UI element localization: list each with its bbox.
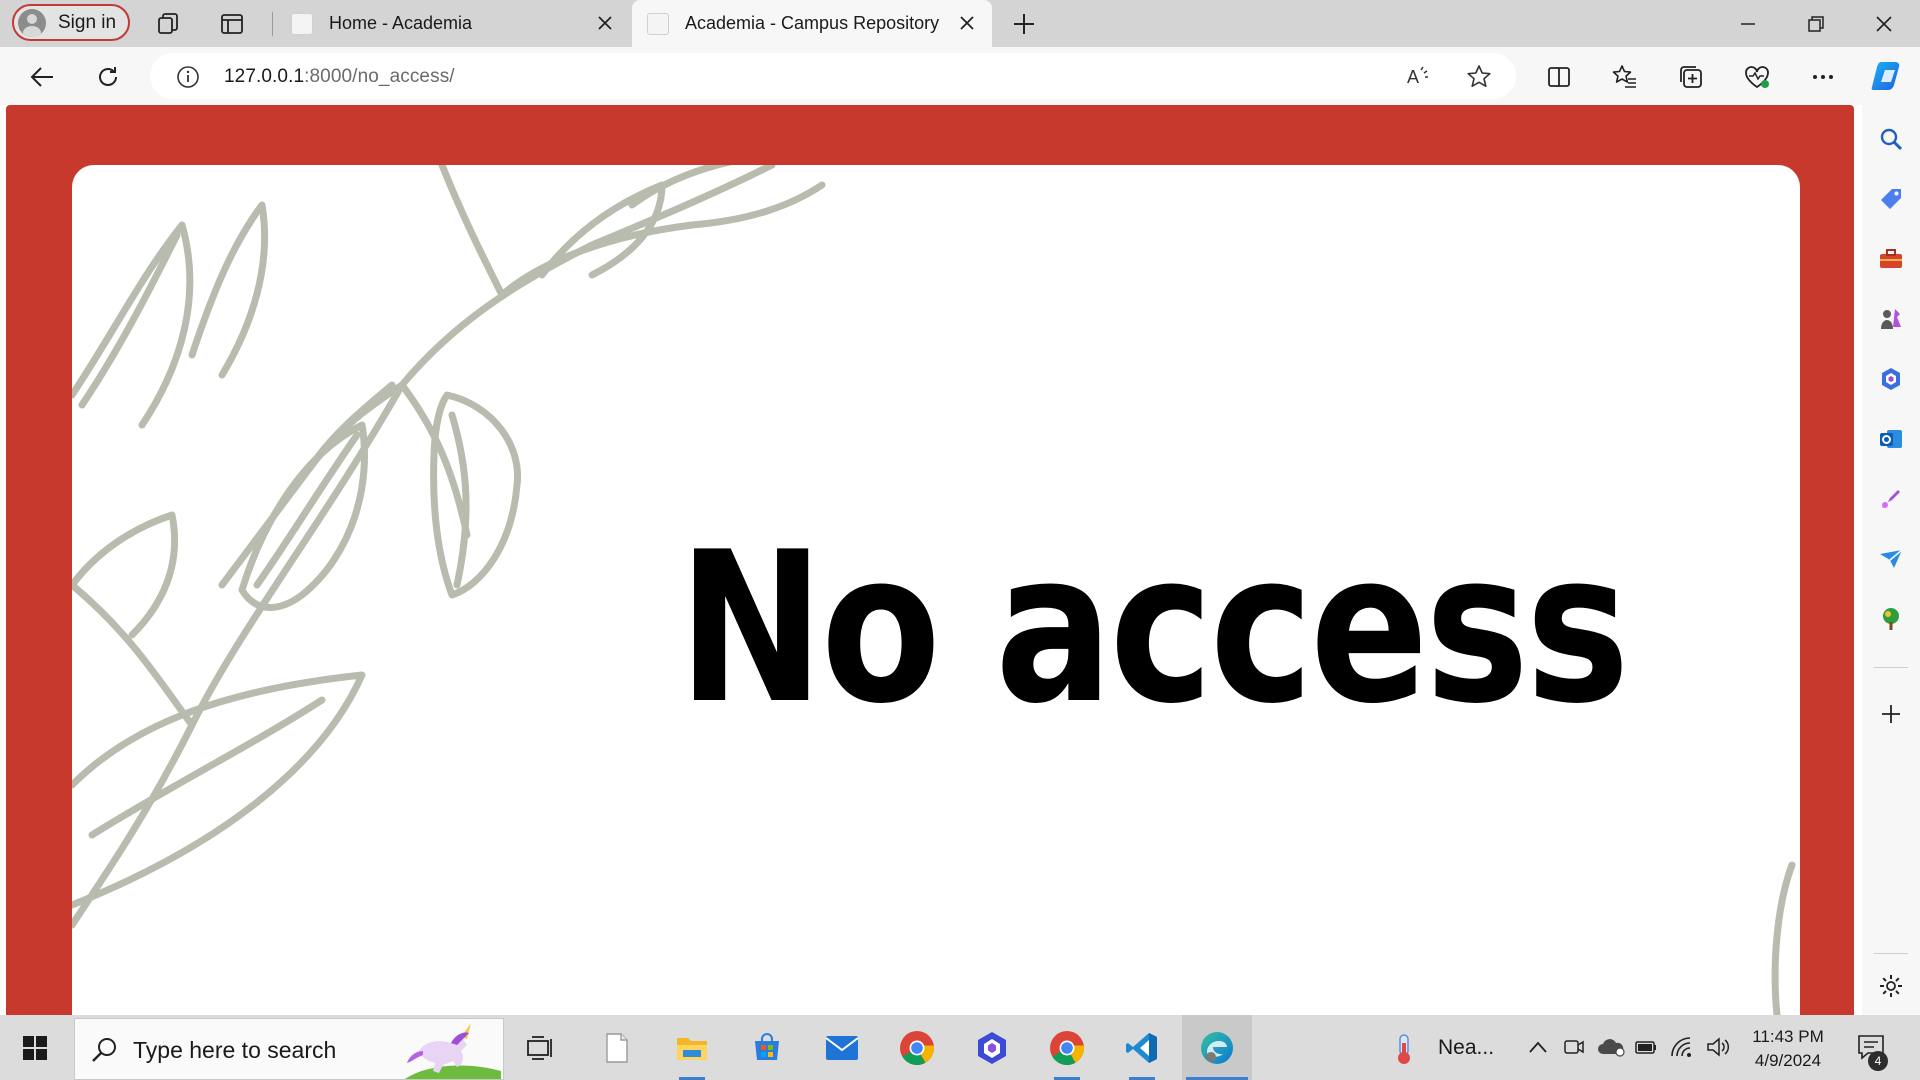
no-access-heading: No access (678, 508, 1630, 750)
task-view-icon[interactable] (505, 1015, 575, 1080)
favorite-star-icon[interactable] (1466, 64, 1492, 95)
toolbox-icon[interactable] (1876, 244, 1906, 274)
url-text[interactable]: 127.0.0.1:8000/no_access/ (224, 66, 455, 88)
restore-button[interactable] (1782, 0, 1850, 47)
url-host: 127.0.0.1 (224, 66, 305, 87)
tab-home-academia[interactable]: Home - Academia (275, 0, 630, 47)
mail-icon[interactable] (807, 1015, 877, 1080)
edge-sidebar (1862, 105, 1920, 1015)
windows-taskbar: Type here to search Nea... 11:43 PM 4/9/… (0, 1015, 1920, 1080)
minimize-button[interactable] (1714, 0, 1782, 47)
windows-start-button[interactable] (0, 1015, 70, 1080)
clock-time: 11:43 PM (1752, 1027, 1824, 1046)
read-aloud-icon[interactable]: A (1406, 64, 1432, 93)
notification-count-badge: 4 (1868, 1051, 1888, 1071)
clock-date: 4/9/2024 (1754, 1051, 1822, 1070)
wifi-icon[interactable] (1670, 1035, 1694, 1059)
split-screen-icon[interactable] (1543, 61, 1575, 93)
temperature-icon[interactable] (1393, 1033, 1415, 1065)
close-tab-icon[interactable] (594, 12, 616, 34)
screen: Sign in Home - Academia Academia - Campu… (0, 0, 1920, 1080)
tree-icon[interactable] (1876, 604, 1906, 634)
weather-text[interactable]: Nea... (1438, 1036, 1494, 1060)
designer-icon[interactable] (1876, 484, 1906, 514)
url-path: :8000/no_access/ (304, 66, 455, 87)
outlook-icon[interactable] (1876, 424, 1906, 454)
tab-separator (272, 12, 273, 36)
address-bar[interactable]: 127.0.0.1:8000/no_access/ A (150, 53, 1516, 99)
sign-in-label: Sign in (58, 11, 117, 33)
new-tab-button[interactable] (1008, 10, 1040, 38)
workspaces-icon[interactable] (154, 9, 184, 39)
notepad-icon[interactable] (582, 1015, 652, 1080)
tab-actions-icon[interactable] (217, 9, 247, 39)
taskbar-search-box[interactable]: Type here to search (74, 1018, 504, 1080)
search-placeholder: Type here to search (133, 1037, 337, 1063)
sign-in-button[interactable]: Sign in (12, 4, 130, 41)
page-favicon-icon (647, 12, 669, 35)
meet-now-icon[interactable] (1562, 1035, 1586, 1059)
send-icon[interactable] (1876, 544, 1906, 574)
tab-title: Academia - Campus Repository (685, 13, 940, 33)
profile-avatar-icon (18, 8, 46, 37)
content-card: No access (72, 165, 1800, 1015)
clock[interactable]: 11:43 PM 4/9/2024 (1742, 1025, 1834, 1073)
microsoft-365-icon[interactable] (1876, 364, 1906, 394)
chevron-up-icon[interactable] (1526, 1035, 1550, 1059)
tab-title: Home - Academia (329, 13, 473, 33)
browser-toolbar: 127.0.0.1:8000/no_access/ A (0, 47, 1920, 105)
settings-icon[interactable] (1876, 971, 1906, 1001)
volume-icon[interactable] (1706, 1035, 1730, 1059)
search-icon (91, 1036, 119, 1069)
close-window-button[interactable] (1850, 0, 1918, 47)
unicorn-search-highlight-icon (405, 1021, 501, 1080)
browser-essentials-icon[interactable] (1741, 61, 1773, 93)
sidebar-separator (1874, 953, 1908, 954)
search-icon[interactable] (1876, 124, 1906, 154)
battery-icon[interactable] (1634, 1035, 1658, 1059)
tab-campus-repository[interactable]: Academia - Campus Repository (632, 0, 992, 47)
copilot-icon[interactable] (1870, 57, 1908, 95)
shopping-tag-icon[interactable] (1876, 184, 1906, 214)
svg-text:A: A (1407, 67, 1419, 87)
close-tab-icon[interactable] (956, 12, 978, 34)
edge-icon[interactable] (1182, 1015, 1252, 1080)
copilot-app-icon[interactable] (957, 1015, 1027, 1080)
collections-icon[interactable] (1675, 61, 1707, 93)
page-viewport: No access (0, 105, 1862, 1015)
microsoft-store-icon[interactable] (732, 1015, 802, 1080)
site-info-icon[interactable] (176, 65, 200, 94)
sidebar-separator (1874, 667, 1908, 668)
more-options-icon[interactable] (1807, 61, 1839, 93)
page-frame: No access (6, 105, 1854, 1015)
tab-strip: Sign in Home - Academia Academia - Campu… (0, 0, 1920, 47)
chrome-profile-icon[interactable] (1032, 1015, 1102, 1080)
file-explorer-icon[interactable] (657, 1015, 727, 1080)
refresh-button[interactable] (92, 61, 124, 93)
onedrive-icon[interactable] (1596, 1035, 1626, 1059)
vscode-icon[interactable] (1107, 1015, 1177, 1080)
add-icon[interactable] (1876, 699, 1906, 729)
back-button[interactable] (26, 61, 58, 93)
favorites-icon[interactable] (1609, 61, 1641, 93)
chrome-icon[interactable] (882, 1015, 952, 1080)
page-favicon-icon (291, 12, 313, 35)
games-icon[interactable] (1876, 304, 1906, 334)
